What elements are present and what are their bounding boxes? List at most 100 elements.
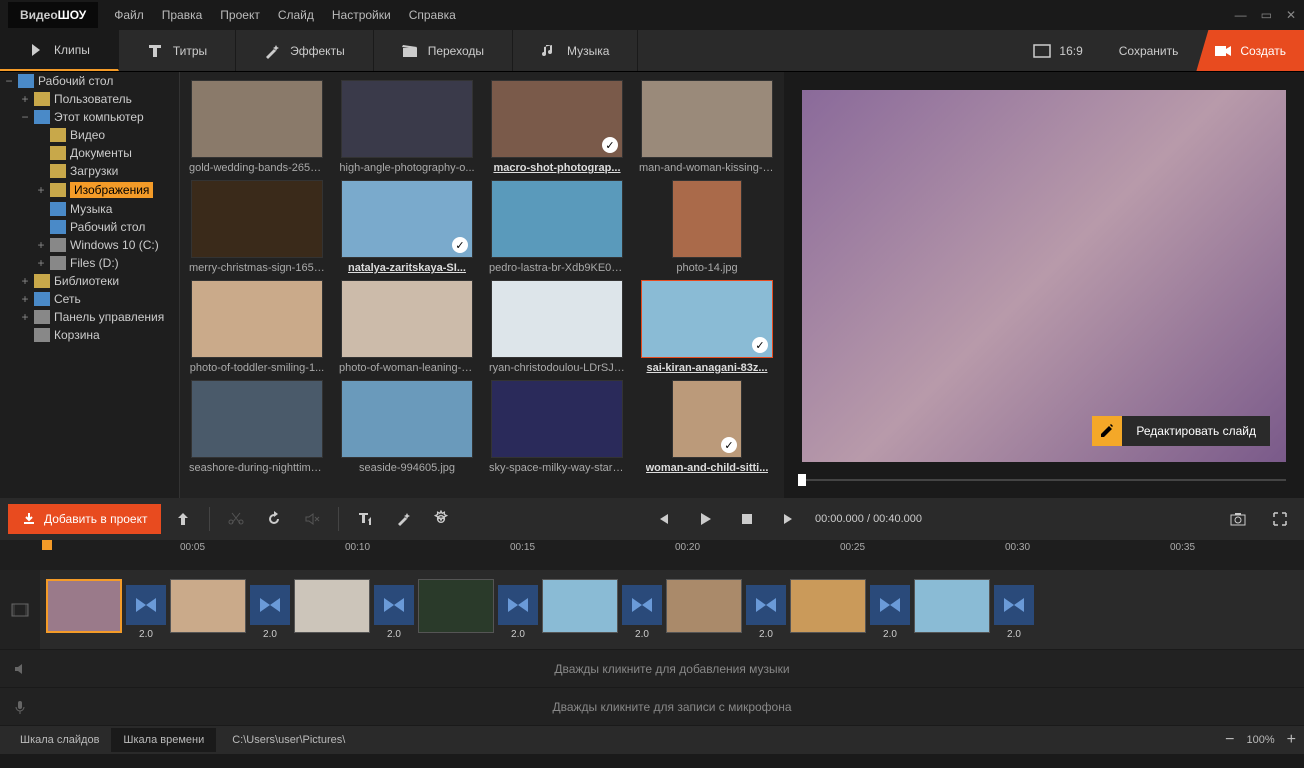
thumbnail[interactable]: seaside-994605.jpg: [338, 380, 476, 474]
timeline-ruler[interactable]: 00:0500:1000:1500:2000:2500:3000:35: [0, 540, 1304, 570]
title-bar: ВидеоШОУ Файл Правка Проект Слайд Настро…: [0, 0, 1304, 30]
current-path: C:\Users\user\Pictures\: [232, 734, 345, 746]
timeline-clip[interactable]: [542, 579, 618, 640]
tab-clips[interactable]: Клипы: [0, 30, 119, 71]
tree-item[interactable]: Загрузки: [0, 162, 179, 180]
tree-item[interactable]: Музыка: [0, 200, 179, 218]
tree-item[interactable]: −Рабочий стол: [0, 72, 179, 90]
timeline-clip[interactable]: [46, 579, 122, 640]
close-button[interactable]: ✕: [1286, 8, 1296, 22]
up-folder-button[interactable]: [167, 503, 199, 535]
tree-item[interactable]: +Сеть: [0, 290, 179, 308]
tree-item[interactable]: Корзина: [0, 326, 179, 344]
create-label: Создать: [1240, 44, 1286, 58]
tab-titles[interactable]: Титры: [119, 30, 236, 71]
play-button[interactable]: [689, 503, 721, 535]
timeline-clip[interactable]: [170, 579, 246, 640]
settings-button[interactable]: [425, 503, 457, 535]
transition[interactable]: 2.0: [126, 579, 166, 640]
transition[interactable]: 2.0: [374, 579, 414, 640]
ruler-mark: 00:35: [1170, 542, 1195, 553]
tab-label: Титры: [173, 44, 207, 58]
preview-seekbar[interactable]: [802, 472, 1286, 488]
fx-button[interactable]: [387, 503, 419, 535]
transition[interactable]: 2.0: [250, 579, 290, 640]
tab-time-scale[interactable]: Шкала времени: [111, 728, 216, 752]
text-tool-button[interactable]: [349, 503, 381, 535]
stop-button[interactable]: [731, 503, 763, 535]
menu-file[interactable]: Файл: [114, 8, 144, 22]
save-button[interactable]: Сохранить: [1101, 30, 1197, 71]
timecode: 00:00.000 / 00:40.000: [815, 513, 922, 525]
snapshot-button[interactable]: [1222, 503, 1254, 535]
thumbnail[interactable]: merry-christmas-sign-1656...: [188, 180, 326, 274]
tree-item[interactable]: +Пользователь: [0, 90, 179, 108]
tree-item[interactable]: +Библиотеки: [0, 272, 179, 290]
add-to-project-button[interactable]: Добавить в проект: [8, 504, 161, 534]
pencil-icon: [1092, 416, 1122, 446]
thumbnail[interactable]: man-and-woman-kissing-2...: [638, 80, 776, 174]
thumbnail[interactable]: seashore-during-nighttime...: [188, 380, 326, 474]
menu-settings[interactable]: Настройки: [332, 8, 391, 22]
thumbnail[interactable]: ✓natalya-zaritskaya-SI...: [338, 180, 476, 274]
thumbnail[interactable]: sky-space-milky-way-stars...: [488, 380, 626, 474]
tree-item[interactable]: +Изображения: [0, 180, 179, 200]
tab-music[interactable]: Музыка: [513, 30, 638, 71]
ruler-mark: 00:30: [1005, 542, 1030, 553]
transition[interactable]: 2.0: [622, 579, 662, 640]
timeline-clip[interactable]: [418, 579, 494, 640]
zoom-in-button[interactable]: +: [1287, 731, 1296, 749]
menu-help[interactable]: Справка: [409, 8, 456, 22]
thumbnail[interactable]: ✓macro-shot-photograp...: [488, 80, 626, 174]
transition[interactable]: 2.0: [746, 579, 786, 640]
create-button[interactable]: Создать: [1196, 30, 1304, 71]
tree-item[interactable]: Рабочий стол: [0, 218, 179, 236]
mute-button[interactable]: [296, 503, 328, 535]
thumbnail[interactable]: photo-of-woman-leaning-o...: [338, 280, 476, 374]
tree-item[interactable]: +Панель управления: [0, 308, 179, 326]
maximize-button[interactable]: ▭: [1261, 8, 1272, 22]
thumbnail[interactable]: high-angle-photography-o...: [338, 80, 476, 174]
video-track: 2.0 2.0 2.0 2.0 2.0 2.0 2.0 2.0: [0, 570, 1304, 650]
zoom-level: 100%: [1247, 734, 1275, 746]
tree-item[interactable]: Документы: [0, 144, 179, 162]
cut-button[interactable]: [220, 503, 252, 535]
menu-project[interactable]: Проект: [220, 8, 260, 22]
rotate-button[interactable]: [258, 503, 290, 535]
timeline-clip[interactable]: [790, 579, 866, 640]
transition[interactable]: 2.0: [498, 579, 538, 640]
thumbnail[interactable]: pedro-lastra-br-Xdb9KE0Q...: [488, 180, 626, 274]
transition[interactable]: 2.0: [994, 579, 1034, 640]
tree-item[interactable]: Видео: [0, 126, 179, 144]
zoom-out-button[interactable]: −: [1225, 731, 1234, 749]
thumbnail[interactable]: photo-14.jpg: [638, 180, 776, 274]
tab-transitions[interactable]: Переходы: [374, 30, 513, 71]
mic-track[interactable]: Дважды кликните для записи с микрофона: [0, 688, 1304, 726]
playhead-icon[interactable]: [42, 540, 52, 550]
fullscreen-button[interactable]: [1264, 503, 1296, 535]
timeline-clip[interactable]: [666, 579, 742, 640]
transition[interactable]: 2.0: [870, 579, 910, 640]
tree-item[interactable]: +Windows 10 (C:): [0, 236, 179, 254]
aspect-ratio[interactable]: 16:9: [1015, 30, 1100, 71]
thumbnail[interactable]: gold-wedding-bands-2657...: [188, 80, 326, 174]
minimize-button[interactable]: —: [1235, 8, 1247, 22]
menu-slide[interactable]: Слайд: [278, 8, 314, 22]
thumbnail[interactable]: photo-of-toddler-smiling-1...: [188, 280, 326, 374]
timeline-clip[interactable]: [914, 579, 990, 640]
thumbnail[interactable]: ✓sai-kiran-anagani-83z...: [638, 280, 776, 374]
thumbnail[interactable]: ✓woman-and-child-sitti...: [638, 380, 776, 474]
next-button[interactable]: [773, 503, 805, 535]
video-track-icon: [0, 570, 40, 649]
timeline-clip[interactable]: [294, 579, 370, 640]
thumbnail[interactable]: ryan-christodoulou-LDrSJ3...: [488, 280, 626, 374]
tab-slide-scale[interactable]: Шкала слайдов: [8, 728, 111, 752]
prev-button[interactable]: [647, 503, 679, 535]
tab-effects[interactable]: Эффекты: [236, 30, 374, 71]
ruler-mark: 00:15: [510, 542, 535, 553]
menu-edit[interactable]: Правка: [162, 8, 203, 22]
tree-item[interactable]: −Этот компьютер: [0, 108, 179, 126]
edit-slide-button[interactable]: Редактировать слайд: [1092, 416, 1270, 446]
tree-item[interactable]: +Files (D:): [0, 254, 179, 272]
audio-track[interactable]: Дважды кликните для добавления музыки: [0, 650, 1304, 688]
